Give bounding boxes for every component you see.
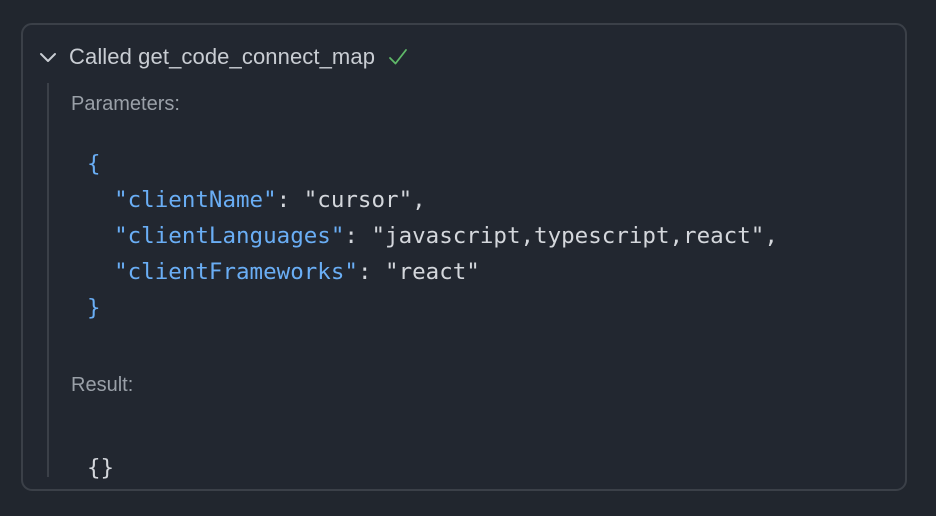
tool-call-header[interactable]: Called get_code_connect_map	[23, 25, 905, 89]
param-key: "clientLanguages"	[114, 223, 345, 249]
param-value: "cursor"	[303, 187, 413, 213]
param-key: "clientName"	[114, 187, 277, 213]
parameters-label: Parameters:	[71, 93, 180, 115]
param-value: "react"	[385, 259, 480, 285]
tool-call-card: Called get_code_connect_map Parameters: …	[21, 23, 907, 491]
param-separator: :	[276, 187, 304, 213]
parameters-code: { "clientName": "cursor", "clientLanguag…	[87, 146, 778, 326]
tool-call-title: Called get_code_connect_map	[69, 44, 376, 69]
param-separator: :	[357, 259, 386, 285]
tool-call-body: Parameters: { "clientName": "cursor", "c…	[47, 83, 887, 481]
param-trailing: ,	[412, 187, 426, 213]
result-code: {}	[87, 450, 114, 486]
param-separator: :	[344, 223, 372, 249]
chevron-down-icon[interactable]	[37, 46, 59, 68]
param-row: "clientName": "cursor",	[114, 187, 426, 213]
param-trailing: ,	[764, 223, 778, 249]
result-value: {}	[87, 455, 115, 481]
param-value: "javascript,typescript,react"	[371, 223, 765, 249]
param-row: "clientLanguages": "javascript,typescrip…	[114, 223, 778, 249]
open-brace: {	[87, 151, 101, 177]
result-label: Result:	[71, 374, 134, 396]
param-key: "clientFrameworks"	[114, 259, 358, 285]
check-icon	[387, 46, 409, 68]
close-brace: }	[87, 295, 101, 321]
param-row: "clientFrameworks": "react"	[114, 259, 480, 285]
